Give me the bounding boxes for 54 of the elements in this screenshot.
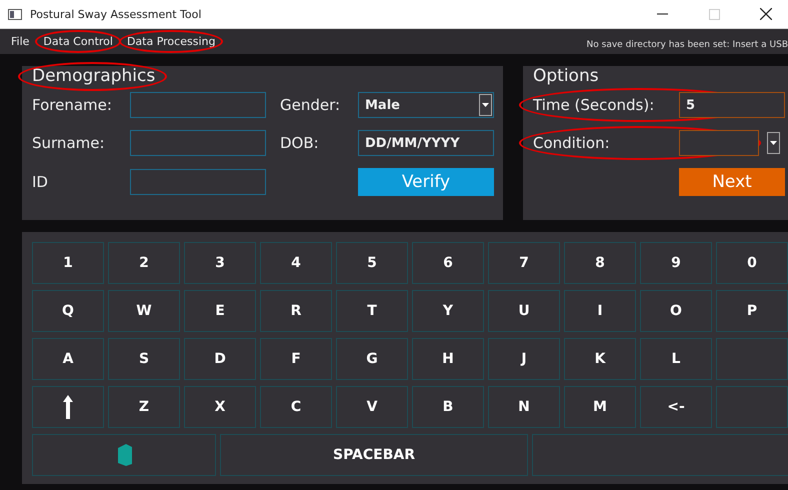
keyboard-key[interactable]: Y	[412, 290, 484, 332]
keyboard-key[interactable]: D	[184, 338, 256, 380]
keyboard-key[interactable]: G	[336, 338, 408, 380]
keyboard-key[interactable]: 2	[108, 242, 180, 284]
field-label: DOB:	[280, 134, 320, 152]
keyboard-key[interactable]: 3	[184, 242, 256, 284]
keyboard-key[interactable]: 5	[336, 242, 408, 284]
keyboard-key[interactable]: J	[488, 338, 560, 380]
keyboard-key[interactable]: W	[108, 290, 180, 332]
keyboard-key[interactable]: Z	[108, 386, 180, 428]
keyboard-key[interactable]: 1	[32, 242, 104, 284]
keyboard-key[interactable]: O	[640, 290, 712, 332]
field-label: ID	[32, 173, 49, 191]
keyboard-key[interactable]: V	[336, 386, 408, 428]
keyboard-key[interactable]: 6	[412, 242, 484, 284]
keyboard-key[interactable]: R	[260, 290, 332, 332]
keyboard-key[interactable]: 8	[564, 242, 636, 284]
menu-item[interactable]: Data Control	[38, 33, 118, 50]
field-label: Gender:	[280, 96, 342, 114]
keyboard-key[interactable]: S	[108, 338, 180, 380]
field-label: Forename:	[32, 96, 113, 114]
keyboard-key[interactable]: N	[488, 386, 560, 428]
status-message: No save directory has been set: Insert a USB	[586, 40, 788, 50]
keyboard-key[interactable]: E	[184, 290, 256, 332]
panel-title: Demographics	[32, 66, 156, 86]
keyboard-key[interactable]: P	[716, 290, 788, 332]
time-field[interactable]: 5	[679, 92, 785, 118]
keyboard-key[interactable]: M	[564, 386, 636, 428]
keyboard-key[interactable]: C	[260, 386, 332, 428]
panel-title: Options	[533, 66, 599, 86]
keyboard-key[interactable]: L	[640, 338, 712, 380]
keyboard-key[interactable]: K	[564, 338, 636, 380]
gender-dropdown[interactable]: Male	[358, 92, 494, 118]
keyboard-key[interactable]: B	[412, 386, 484, 428]
keyboard-key[interactable]: <-	[640, 386, 712, 428]
keyboard-key[interactable]: F	[260, 338, 332, 380]
window-title: Postural Sway Assessment Tool	[30, 8, 202, 20]
keyboard-key[interactable]: U	[488, 290, 560, 332]
keyboard-key[interactable]: 9	[640, 242, 712, 284]
menu-item[interactable]: File	[6, 33, 34, 50]
keyboard-key[interactable]: X	[184, 386, 256, 428]
keyboard-key[interactable]: H	[412, 338, 484, 380]
dob-field[interactable]: DD/MM/YYYY	[358, 130, 494, 156]
keyboard-key[interactable]: I	[564, 290, 636, 332]
keyboard-key[interactable]: SPACEBAR	[220, 434, 528, 476]
keyboard-key[interactable]: A	[32, 338, 104, 380]
next-button[interactable]: Next	[679, 168, 785, 196]
keyboard-key[interactable]: 7	[488, 242, 560, 284]
keyboard-key[interactable]: 4	[260, 242, 332, 284]
keyboard-key[interactable]: Q	[32, 290, 104, 332]
field-label: Surname:	[32, 134, 106, 152]
keyboard-key[interactable]: T	[336, 290, 408, 332]
menu-item[interactable]: Data Processing	[122, 33, 220, 50]
keyboard-key[interactable]: 0	[716, 242, 788, 284]
